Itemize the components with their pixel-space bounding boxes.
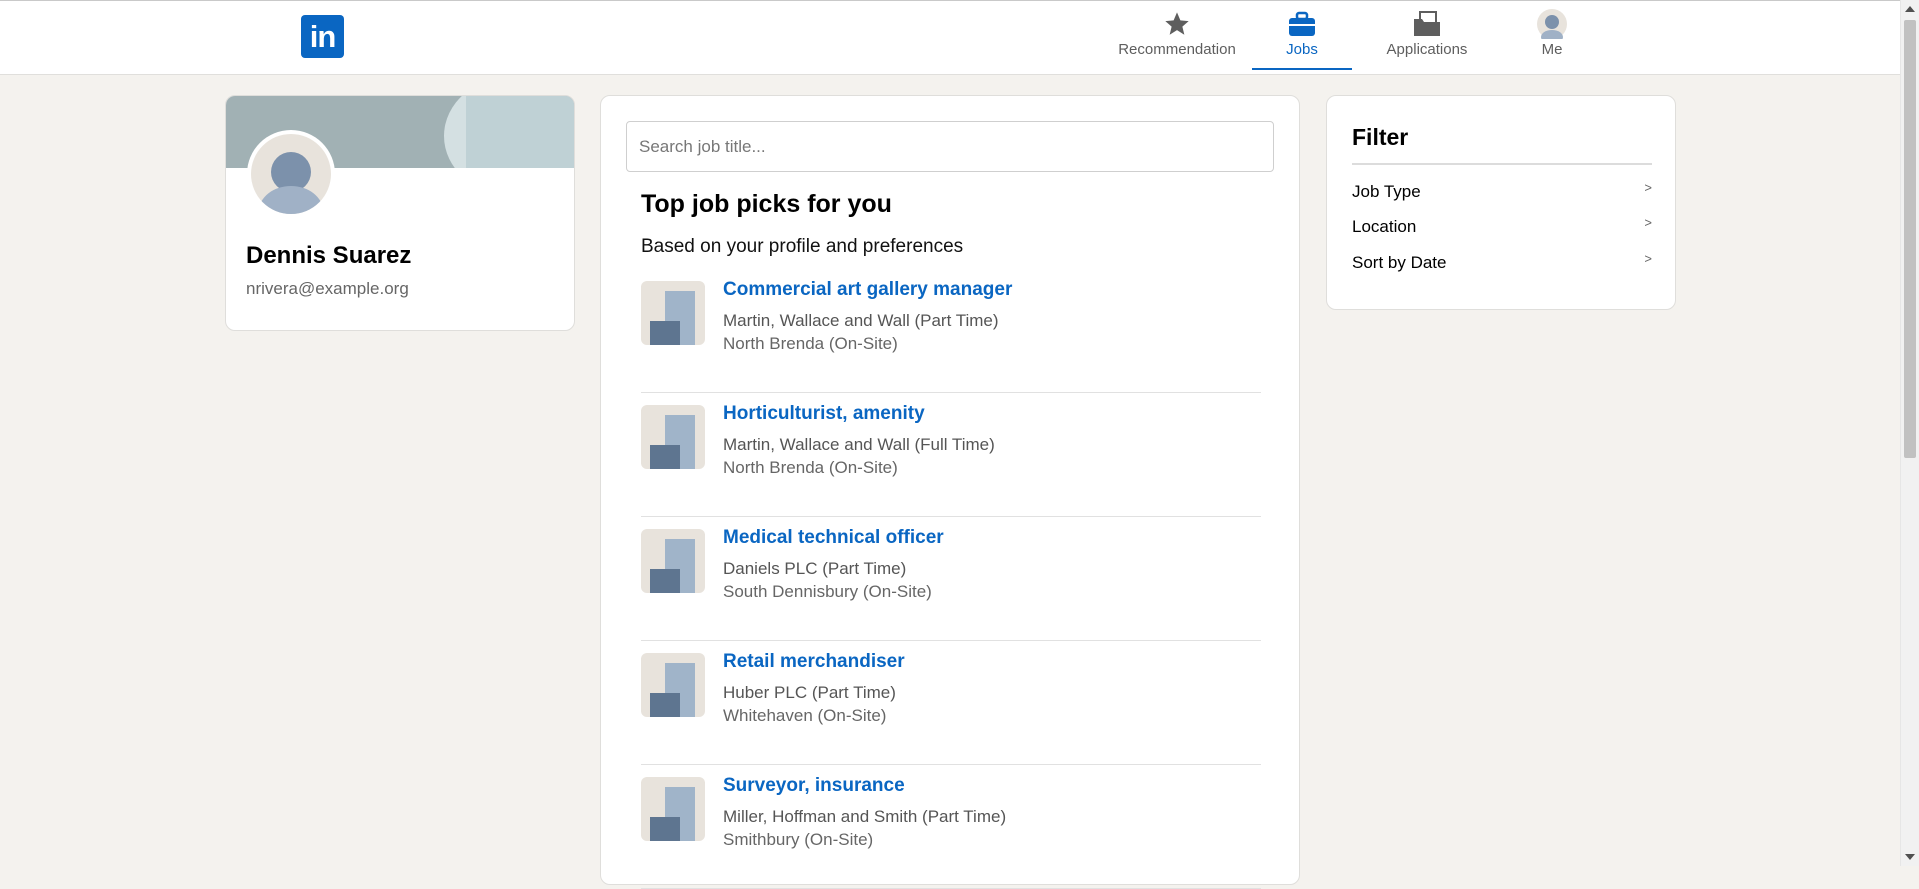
profile-name: Dennis Suarez bbox=[246, 242, 412, 269]
job-title[interactable]: Surveyor, insurance bbox=[723, 775, 905, 797]
filter-title: Filter bbox=[1352, 124, 1409, 150]
filter-label: Sort by Date bbox=[1352, 253, 1447, 272]
filter-label: Location bbox=[1352, 217, 1417, 236]
nav-applications[interactable]: Applications bbox=[1372, 7, 1482, 69]
chevron-right-icon: > bbox=[1644, 215, 1652, 230]
nav-me-label: Me bbox=[1541, 41, 1563, 58]
nav-jobs[interactable]: Jobs bbox=[1252, 7, 1352, 70]
star-icon bbox=[1163, 7, 1191, 41]
chevron-right-icon: > bbox=[1644, 251, 1652, 266]
jobs-panel: Top job picks for you Based on your prof… bbox=[600, 95, 1300, 889]
profile-avatar[interactable] bbox=[247, 130, 335, 218]
job-list-item[interactable]: Surveyor, insurance Miller, Hoffman and … bbox=[641, 765, 1261, 889]
job-location: North Brenda (On-Site) bbox=[723, 458, 898, 477]
job-title[interactable]: Commercial art gallery manager bbox=[723, 279, 1012, 301]
job-location: North Brenda (On-Site) bbox=[723, 334, 898, 353]
filter-location[interactable]: Location > bbox=[1352, 215, 1652, 241]
search-input[interactable] bbox=[626, 121, 1274, 172]
job-company: Martin, Wallace and Wall (Part Time) bbox=[723, 311, 999, 330]
job-company: Miller, Hoffman and Smith (Part Time) bbox=[723, 807, 1007, 826]
job-title[interactable]: Medical technical officer bbox=[723, 527, 944, 549]
job-list-item[interactable]: Medical technical officer Daniels PLC (P… bbox=[641, 517, 1261, 641]
linkedin-logo[interactable]: in bbox=[301, 15, 344, 58]
filter-job-type[interactable]: Job Type > bbox=[1352, 180, 1652, 206]
jobs-title: Top job picks for you bbox=[641, 190, 892, 218]
company-logo-icon bbox=[641, 281, 705, 345]
company-logo-icon bbox=[641, 529, 705, 593]
job-location: Smithbury (On-Site) bbox=[723, 830, 874, 849]
job-company: Daniels PLC (Part Time) bbox=[723, 559, 907, 578]
filter-label: Job Type bbox=[1352, 182, 1421, 201]
scroll-up-icon[interactable] bbox=[1905, 6, 1915, 12]
company-logo-icon bbox=[641, 653, 705, 717]
profile-card: Dennis Suarez nrivera@example.org bbox=[225, 95, 575, 331]
filter-sort-by-date[interactable]: Sort by Date > bbox=[1352, 251, 1652, 277]
job-title[interactable]: Horticulturist, amenity bbox=[723, 403, 925, 425]
filter-panel: Filter Job Type > Location > Sort by Dat… bbox=[1326, 95, 1676, 310]
chevron-right-icon: > bbox=[1644, 180, 1652, 195]
briefcase-icon bbox=[1287, 7, 1317, 41]
job-list-item[interactable]: Commercial art gallery manager Martin, W… bbox=[641, 269, 1261, 393]
job-list-item[interactable]: Horticulturist, amenity Martin, Wallace … bbox=[641, 393, 1261, 517]
folder-icon bbox=[1412, 7, 1442, 41]
jobs-subtitle: Based on your profile and preferences bbox=[641, 236, 964, 257]
profile-email: nrivera@example.org bbox=[246, 279, 409, 298]
top-navigation-bar: in Recommendation Jobs Applications Me bbox=[0, 0, 1900, 75]
company-logo-icon bbox=[641, 777, 705, 841]
job-location: South Dennisbury (On-Site) bbox=[723, 582, 932, 601]
nav-recommendation[interactable]: Recommendation bbox=[1112, 7, 1242, 69]
nav-jobs-label: Jobs bbox=[1286, 41, 1318, 58]
nav-applications-label: Applications bbox=[1386, 41, 1468, 58]
avatar-icon bbox=[1537, 7, 1567, 41]
job-company: Huber PLC (Part Time) bbox=[723, 683, 896, 702]
job-company: Martin, Wallace and Wall (Full Time) bbox=[723, 435, 995, 454]
job-list-item[interactable]: Retail merchandiser Huber PLC (Part Time… bbox=[641, 641, 1261, 765]
nav-recommendation-label: Recommendation bbox=[1118, 41, 1236, 58]
nav-me[interactable]: Me bbox=[1522, 7, 1582, 69]
filter-divider bbox=[1352, 163, 1652, 165]
job-location: Whitehaven (On-Site) bbox=[723, 706, 887, 725]
company-logo-icon bbox=[641, 405, 705, 469]
scroll-thumb[interactable] bbox=[1904, 20, 1916, 458]
page-scrollbar[interactable] bbox=[1900, 0, 1919, 866]
scroll-down-icon[interactable] bbox=[1905, 854, 1915, 860]
job-title[interactable]: Retail merchandiser bbox=[723, 651, 905, 673]
